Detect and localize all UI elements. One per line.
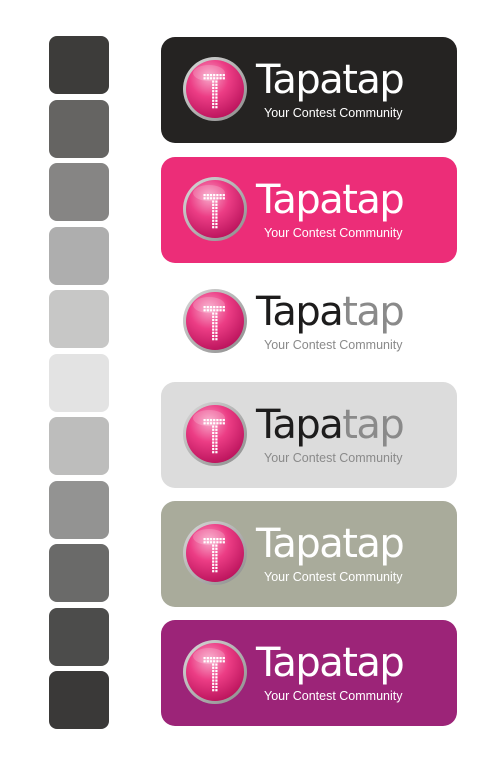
color-swatch: [49, 226, 109, 285]
brand-wordmark-tail: tap: [342, 402, 405, 448]
color-swatch: [49, 99, 109, 158]
brand-wordmark: Tapatap: [256, 289, 405, 335]
logo-panel-olive-gray: Tapatap Your Contest Community: [161, 501, 457, 607]
brand-tagline: Your Contest Community: [264, 338, 403, 352]
brand-tagline: Your Contest Community: [264, 106, 403, 120]
brand-wordmark-head: Tapa: [256, 640, 344, 686]
brand-tagline: Your Contest Community: [264, 570, 403, 584]
brand-wordmark-tail: tap: [342, 640, 405, 686]
badge-gloss: [193, 410, 225, 426]
brand-wordmark: Tapatap: [256, 640, 405, 686]
badge-gloss: [193, 648, 225, 664]
tapatap-t-badge-icon: [182, 639, 248, 705]
tapatap-t-badge-icon: [182, 176, 248, 242]
brand-wordmark-tail: tap: [342, 177, 405, 223]
logo-panel-pink: Tapatap Your Contest Community: [161, 157, 457, 263]
brand-wordmark-head: Tapa: [256, 402, 344, 448]
brand-wordmark-head: Tapa: [256, 521, 344, 567]
color-swatch: [49, 544, 109, 602]
badge-gloss: [193, 185, 225, 201]
color-swatch: [49, 671, 109, 729]
color-swatch: [49, 480, 109, 539]
color-swatch: [49, 290, 109, 348]
brand-wordmark: Tapatap: [256, 521, 405, 567]
brand-wordmark-head: Tapa: [256, 289, 344, 335]
color-swatch: [49, 417, 109, 475]
color-swatch: [49, 163, 109, 221]
brand-wordmark: Tapatap: [256, 57, 405, 103]
badge-gloss: [193, 65, 225, 81]
logo-panel-purple: Tapatap Your Contest Community: [161, 620, 457, 726]
badge-gloss: [193, 529, 225, 545]
brand-wordmark: Tapatap: [256, 402, 405, 448]
color-swatch: [49, 353, 109, 412]
brand-wordmark-tail: tap: [342, 521, 405, 567]
brand-tagline: Your Contest Community: [264, 451, 403, 465]
logo-panel-dark: Tapatap Your Contest Community: [161, 37, 457, 143]
logo-panel-white: Tapatap Your Contest Community: [161, 269, 457, 375]
badge-gloss: [193, 297, 225, 313]
color-swatch: [49, 607, 109, 666]
brand-tagline: Your Contest Community: [264, 226, 403, 240]
brand-tagline: Your Contest Community: [264, 689, 403, 703]
tapatap-t-badge-icon: [182, 401, 248, 467]
color-swatch: [49, 36, 109, 94]
tapatap-t-badge-icon: [182, 56, 248, 122]
brand-wordmark: Tapatap: [256, 177, 405, 223]
brand-wordmark-tail: tap: [342, 289, 405, 335]
brand-wordmark-tail: tap: [342, 57, 405, 103]
brand-wordmark-head: Tapa: [256, 177, 344, 223]
tapatap-t-badge-icon: [182, 520, 248, 586]
brand-wordmark-head: Tapa: [256, 57, 344, 103]
logo-panel-light-gray: Tapatap Your Contest Community: [161, 382, 457, 488]
tapatap-t-badge-icon: [182, 288, 248, 354]
